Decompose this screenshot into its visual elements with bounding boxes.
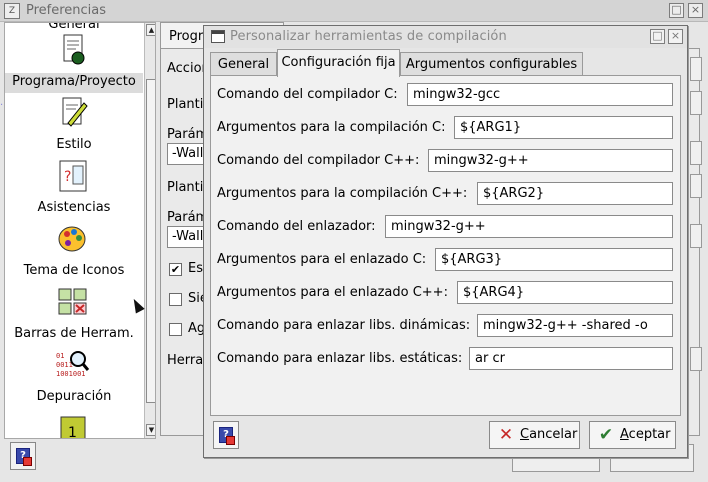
sidebar-icon-wrap-estilo <box>5 95 143 131</box>
panel-label-plantilla-2: Planti <box>167 180 204 195</box>
panel-right-control-4[interactable] <box>690 174 702 198</box>
sidebar-icon-wrap-tema <box>5 222 143 258</box>
sidebar-general-icon-wrap <box>5 33 143 69</box>
sidebar-item-barras-de-herram[interactable]: Barras de Herram. <box>5 326 143 346</box>
panel-right-control-3[interactable] <box>690 141 702 165</box>
calendar-icon: 1 <box>60 416 86 439</box>
cpp-link-args-field[interactable] <box>457 281 673 304</box>
fixed-config-panel: Comando del compilador C: Argumentos par… <box>210 75 681 416</box>
label-c-compile-args: Argumentos para la compilación C: <box>217 120 446 135</box>
panel-label-herramientas: Herra <box>167 353 204 368</box>
sidebar-icon-wrap-barras <box>5 285 143 321</box>
panel-checkbox-2[interactable] <box>169 293 182 306</box>
sidebar-item-programa-proyecto[interactable]: Programa/Proyecto <box>5 73 143 93</box>
panel-right-control-1[interactable] <box>690 57 702 81</box>
cpp-compile-args-field[interactable] <box>477 182 673 205</box>
tab-general[interactable]: General <box>210 52 277 77</box>
document-icon <box>63 34 85 65</box>
dialog-title: Personalizar herramientas de compilación <box>230 29 507 44</box>
tab-configuracion-fija[interactable]: Configuración fija <box>277 49 400 77</box>
dynamic-libs-field[interactable] <box>477 314 673 337</box>
panel-right-control-5[interactable] <box>690 224 702 248</box>
panel-checkbox-1-label: Es <box>188 261 203 276</box>
sidebar-icon-wrap-next: 1 <box>5 411 143 439</box>
preferences-titlebar: Z Preferencias □ × <box>0 0 708 22</box>
scrollbar-thumb[interactable] <box>146 79 155 403</box>
label-cpp-compiler: Comando del compilador C++: <box>217 153 420 168</box>
dialog-help-button[interactable]: ? <box>213 421 239 449</box>
sidebar-item-asistencias[interactable]: Asistencias <box>5 200 143 220</box>
preferences-sidebar: General Programa/Proyecto Estilo ? Asist… <box>4 22 156 439</box>
label-cpp-link-args: Argumentos para el enlazado C++: <box>217 285 448 300</box>
panel-checkbox-3[interactable] <box>169 323 182 336</box>
label-c-compiler: Comando del compilador C: <box>217 87 398 102</box>
preferences-help-button[interactable]: ? <box>10 442 36 470</box>
toolbars-icon <box>58 288 87 315</box>
close-icon[interactable]: × <box>688 3 703 18</box>
debug-icon: 01 0011 1001001 <box>56 351 90 378</box>
label-c-link-args: Argumentos para el enlazado C: <box>217 252 427 267</box>
maximize-icon[interactable]: □ <box>650 29 665 44</box>
svg-text:01: 01 <box>56 352 64 360</box>
dialog-titlebar: Personalizar herramientas de compilación… <box>204 26 687 48</box>
panel-label-plantilla: Planti <box>167 97 204 112</box>
svg-text:?: ? <box>64 169 71 185</box>
label-cpp-compile-args: Argumentos para la compilación C++: <box>217 186 468 201</box>
window-icon <box>211 30 225 43</box>
sidebar-item-tema-de-iconos[interactable]: Tema de Iconos <box>5 263 143 283</box>
linker-field[interactable] <box>385 215 673 238</box>
sidebar-item-estilo[interactable]: Estilo <box>5 137 143 157</box>
panel-right-control-2[interactable] <box>690 91 702 115</box>
sidebar-item-depuracion[interactable]: Depuración <box>5 389 143 409</box>
label-dynamic-libs: Comando para enlazar libs. dinámicas: <box>217 318 471 333</box>
preferences-title: Preferencias <box>26 3 107 18</box>
panel-right-control-6[interactable] <box>690 347 702 371</box>
c-compile-args-field[interactable] <box>454 116 673 139</box>
accept-button[interactable]: ✔ Aceptar <box>589 421 676 449</box>
label-static-libs: Comando para enlazar libs. estáticas: <box>217 351 463 366</box>
static-libs-field[interactable] <box>469 347 673 370</box>
assist-icon: ? <box>59 160 87 192</box>
app-icon: Z <box>4 3 20 19</box>
svg-text:1: 1 <box>68 425 77 439</box>
c-compiler-field[interactable] <box>407 83 673 106</box>
label-linker: Comando del enlazador: <box>217 219 376 234</box>
maximize-icon[interactable]: □ <box>669 3 684 18</box>
cpp-compiler-field[interactable] <box>428 149 673 172</box>
help-icon: ? <box>16 448 32 466</box>
help-icon: ? <box>219 427 235 445</box>
close-icon[interactable]: × <box>668 29 683 44</box>
ghost-glyph: · <box>0 100 4 111</box>
sidebar-icon-wrap-depuracion: 01 0011 1001001 <box>5 348 143 384</box>
svg-text:0011: 0011 <box>56 361 73 369</box>
accept-icon: ✔ <box>598 425 614 445</box>
scroll-down-icon[interactable]: ▼ <box>146 424 155 436</box>
cancel-button[interactable]: ✕ Cancelar <box>489 421 580 449</box>
style-icon <box>62 97 88 127</box>
cancel-icon: ✕ <box>498 425 514 445</box>
panel-checkbox-1[interactable]: ✔ <box>169 263 182 276</box>
scroll-up-icon[interactable]: ▲ <box>146 24 155 36</box>
svg-text:1001001: 1001001 <box>56 370 86 378</box>
c-link-args-field[interactable] <box>435 248 673 271</box>
compiler-tools-dialog: Personalizar herramientas de compilación… <box>203 25 688 458</box>
tab-argumentos-configurables[interactable]: Argumentos configurables <box>400 52 583 77</box>
sidebar-icon-wrap-asistencias: ? <box>5 159 143 195</box>
sidebar-scrollbar[interactable]: ▲ ▼ <box>144 23 155 438</box>
palette-icon <box>58 226 86 252</box>
